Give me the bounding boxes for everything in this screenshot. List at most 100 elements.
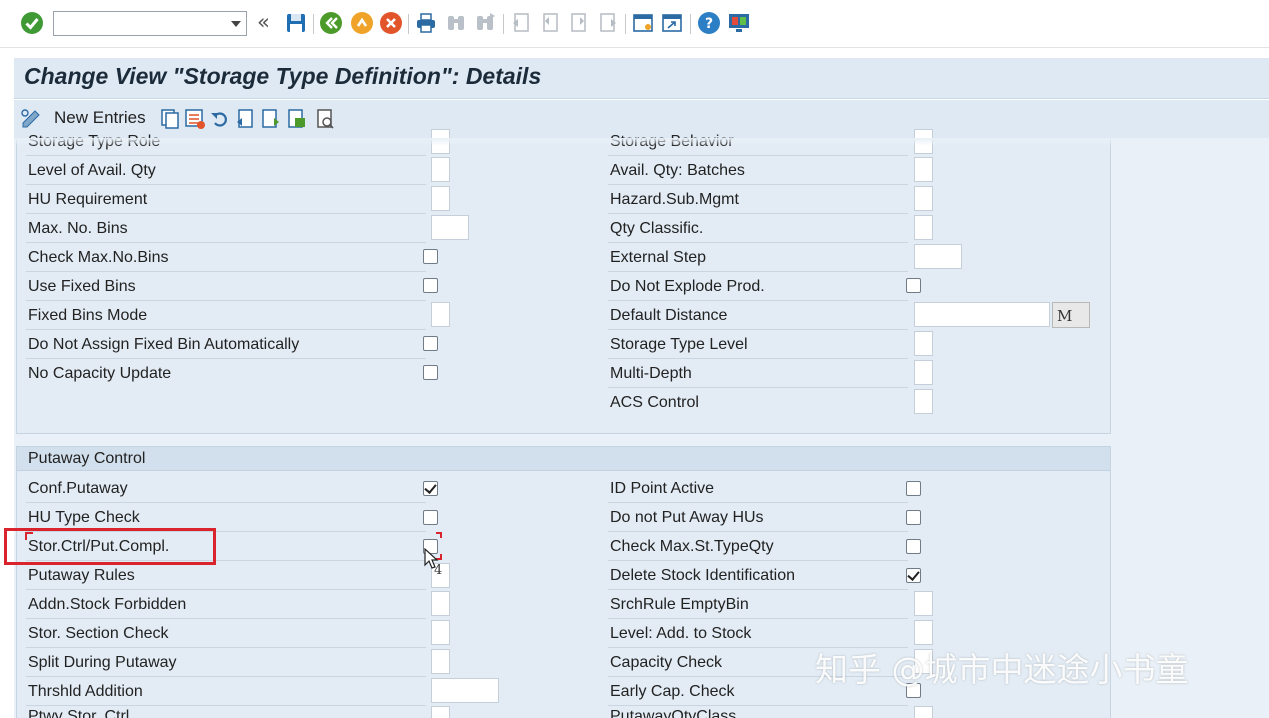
row-divider (26, 618, 426, 619)
copy-icon[interactable] (159, 108, 181, 130)
thrshld-addition-field[interactable] (431, 678, 499, 703)
next-page-icon[interactable] (567, 11, 591, 35)
check-max-no-bins-checkbox[interactable] (423, 249, 438, 264)
check-icon[interactable] (20, 11, 44, 35)
row-divider (608, 531, 908, 532)
row-divider (608, 502, 908, 503)
row-divider (608, 618, 908, 619)
row-divider (26, 184, 426, 185)
avail-qty-batches-field[interactable] (914, 157, 933, 182)
field-label: ACS Control (610, 394, 699, 411)
row-divider (608, 300, 908, 301)
delete-stock-identification-checkbox[interactable] (906, 568, 921, 583)
field-label: Level: Add. to Stock (610, 625, 752, 642)
level-of-avail-qty-field[interactable] (431, 157, 450, 182)
shortcut-icon[interactable] (660, 11, 684, 35)
field-label: Default Distance (610, 307, 728, 324)
field-label: Capacity Check (610, 654, 723, 671)
exit-icon[interactable] (350, 11, 374, 35)
fixed-bins-mode-field[interactable] (431, 302, 450, 327)
conf-putaway-checkbox[interactable] (423, 481, 438, 496)
field-label: No Capacity Update (28, 365, 172, 382)
find-next-icon[interactable] (473, 11, 497, 35)
stor-section-check-field[interactable] (431, 620, 450, 645)
field-label: PutawayQtyClass (610, 708, 737, 718)
command-field[interactable] (53, 11, 247, 36)
no-capacity-update-checkbox[interactable] (423, 365, 438, 380)
scroll-fade (14, 138, 1269, 146)
field-label: Qty Classific. (610, 220, 704, 237)
default-distance-field[interactable] (914, 302, 1050, 327)
back-icon[interactable] (319, 11, 343, 35)
toolbar-separator (625, 14, 626, 34)
field-label: Addn.Stock Forbidden (28, 596, 187, 613)
chevrons-icon[interactable]: « (257, 10, 270, 34)
cancel-icon[interactable] (379, 11, 403, 35)
last-page-icon[interactable] (596, 11, 620, 35)
new-session-icon[interactable] (631, 11, 655, 35)
watermark: 知乎 @城市中迷途小书童 (815, 650, 1189, 689)
row-divider (26, 213, 426, 214)
row-divider (608, 387, 908, 388)
page-title: Change View "Storage Type Definition": D… (24, 63, 542, 89)
max-no-bins-field[interactable] (431, 215, 469, 240)
next-entry-icon[interactable] (260, 108, 282, 130)
hu-requirement-field[interactable] (431, 186, 450, 211)
toolbar-separator (313, 14, 314, 34)
display-change-icon[interactable] (20, 108, 44, 130)
do-not-put-away-hus-checkbox[interactable] (906, 510, 921, 525)
previous-entry-icon[interactable] (234, 108, 256, 130)
field-label: ID Point Active (610, 480, 715, 497)
print-icon[interactable] (414, 11, 438, 35)
level-add-to-stock-field[interactable] (914, 620, 933, 645)
find-icon[interactable] (444, 11, 468, 35)
dropdown-icon[interactable] (231, 21, 241, 27)
variant-icon[interactable] (314, 108, 336, 130)
acs-control-field[interactable] (914, 389, 933, 414)
customize-icon[interactable] (727, 11, 751, 35)
field-label: Level of Avail. Qty (28, 162, 156, 179)
id-point-active-checkbox[interactable] (906, 481, 921, 496)
split-during-putaway-field[interactable] (431, 649, 450, 674)
do-not-explode-prod-checkbox[interactable] (906, 278, 921, 293)
transport-icon[interactable] (286, 108, 308, 130)
qty-classific-field[interactable] (914, 215, 933, 240)
new-entries-button[interactable]: New Entries (54, 108, 146, 128)
multi-depth-field[interactable] (914, 360, 933, 385)
field-label: Do Not Assign Fixed Bin Automatically (28, 336, 300, 353)
addn-stock-forbidden-field[interactable] (431, 591, 450, 616)
field-label: Do not Put Away HUs (610, 509, 764, 526)
row-divider (608, 242, 908, 243)
field-label: Putaway Rules (28, 567, 135, 584)
hu-type-check-checkbox[interactable] (423, 510, 438, 525)
putaway-qty-class-field[interactable] (914, 706, 933, 718)
check-max-st-typeqty-checkbox[interactable] (906, 539, 921, 554)
undo-icon[interactable] (209, 108, 231, 130)
field-label: Stor. Section Check (28, 625, 169, 642)
row-divider (26, 271, 426, 272)
srchrule-emptybin-field[interactable] (914, 591, 933, 616)
save-icon[interactable] (284, 11, 308, 35)
use-fixed-bins-checkbox[interactable] (423, 278, 438, 293)
hazard-sub-mgmt-field[interactable] (914, 186, 933, 211)
focus-corner (25, 532, 33, 540)
storage-type-level-field[interactable] (914, 331, 933, 356)
field-label: Early Cap. Check (610, 683, 735, 700)
group-title: Putaway Control (28, 450, 146, 467)
toolbar-separator (503, 14, 504, 34)
do-not-assign-fixed-bin-checkbox[interactable] (423, 336, 438, 351)
first-page-icon[interactable] (509, 11, 533, 35)
field-label: Ptwy Stor. Ctrl (28, 708, 130, 718)
cursor-tooltip: 4 (434, 563, 443, 578)
field-label: Split During Putaway (28, 654, 177, 671)
row-divider (26, 676, 426, 677)
row-divider (26, 155, 426, 156)
row-divider (608, 560, 908, 561)
ptwy-stor-ctrl-field[interactable] (431, 706, 450, 718)
row-divider (608, 155, 908, 156)
prev-page-icon[interactable] (538, 11, 562, 35)
help-icon[interactable]: ? (697, 11, 721, 35)
delimit-icon[interactable] (184, 108, 206, 130)
field-label: Delete Stock Identification (610, 567, 795, 584)
external-step-field[interactable] (914, 244, 962, 269)
